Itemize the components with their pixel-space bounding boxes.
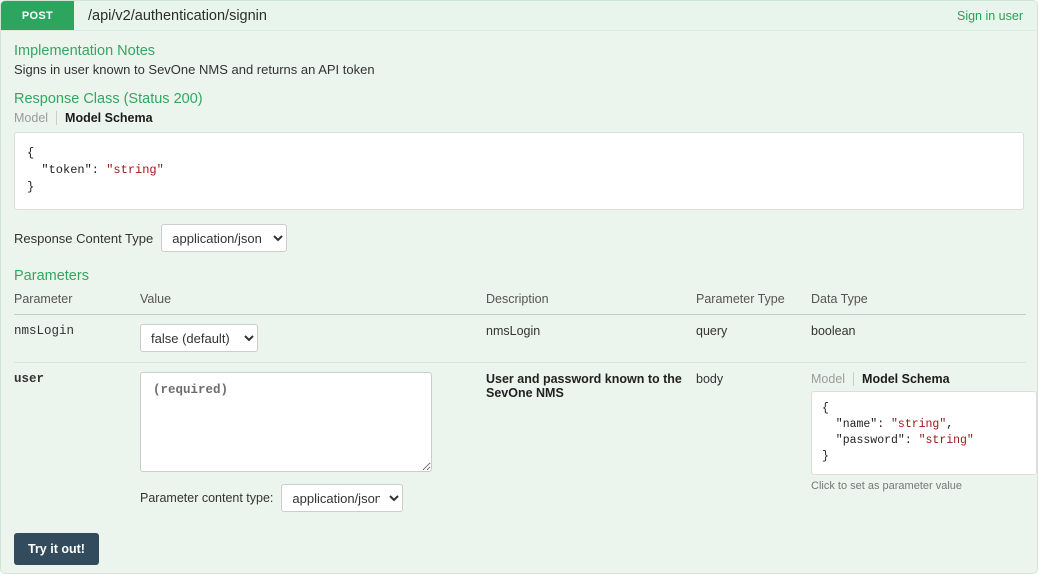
user-model-schema-code[interactable]: { "name": "string", "password": "string"…	[811, 391, 1037, 475]
parameter-value-user: Parameter content type: application/json	[140, 363, 486, 523]
parameters-table: Parameter Value Description Parameter Ty…	[14, 288, 1037, 523]
user-code-line2-key: "name":	[822, 418, 892, 431]
column-header-value: Value	[140, 288, 486, 315]
column-header-parameter-type: Parameter Type	[696, 288, 811, 315]
response-content-type-select[interactable]: application/json	[161, 224, 288, 252]
nmslogin-value-select[interactable]: false (default)	[140, 324, 258, 352]
response-content-type-label: Response Content Type	[14, 230, 154, 246]
parameter-description-nmslogin: nmsLogin	[486, 314, 696, 363]
parameter-type-user: body	[696, 372, 724, 386]
user-schema-tabs[interactable]: Model Model Schema	[811, 372, 1026, 386]
column-header-data-type: Data Type	[811, 288, 1026, 315]
response-schema-tabs[interactable]: Model Model Schema	[14, 111, 1024, 125]
parameter-name-nmslogin: nmsLogin	[14, 314, 140, 363]
response-code-string: "string"	[106, 163, 164, 177]
operation-header[interactable]: POST /api/v2/authentication/signin Sign …	[1, 1, 1037, 31]
column-header-parameter: Parameter	[14, 288, 140, 315]
response-code-part1: { "token":	[27, 146, 100, 177]
implementation-notes-text: Signs in user known to SevOne NMS and re…	[14, 62, 375, 77]
submit-area: Try it out!	[1, 533, 1037, 565]
tab-model-schema[interactable]: Model Schema	[854, 372, 950, 386]
user-code-line3-key: "password":	[822, 434, 919, 447]
parameters-table-header-row: Parameter Value Description Parameter Ty…	[14, 288, 1026, 315]
tab-model[interactable]: Model	[14, 111, 58, 125]
implementation-notes-heading: Implementation Notes	[14, 43, 156, 59]
header-spacer	[267, 1, 957, 30]
parameter-content-type-select[interactable]: application/json	[281, 484, 404, 512]
response-class-heading: Response Class (Status 200)	[14, 91, 203, 107]
user-code-line3-value: "string"	[918, 434, 974, 447]
table-row: nmsLogin false (default) nmsLogin query …	[14, 314, 1026, 363]
operation-summary-link[interactable]: Sign in user	[957, 1, 1037, 30]
response-code-part2: }	[27, 180, 35, 194]
parameter-content-type-label: Parameter content type:	[140, 491, 274, 505]
http-method-badge: POST	[1, 1, 74, 30]
column-header-description: Description	[486, 288, 696, 315]
data-type-user: Model Model Schema { "name": "string", "…	[811, 363, 1037, 523]
parameter-value-nmslogin: false (default)	[140, 314, 486, 363]
tab-model[interactable]: Model	[811, 372, 855, 386]
model-schema-hint: Click to set as parameter value	[811, 480, 963, 492]
api-operation-panel: POST /api/v2/authentication/signin Sign …	[0, 0, 1038, 574]
response-schema-code: { "token": "string" }	[14, 132, 1024, 210]
parameter-description-user: User and password known to the SevOne NM…	[486, 372, 682, 400]
user-code-line2-value: "string"	[891, 418, 947, 431]
try-it-out-button[interactable]: Try it out!	[14, 533, 99, 565]
endpoint-path: /api/v2/authentication/signin	[88, 7, 267, 24]
user-code-line4: }	[822, 450, 829, 463]
operation-content: Implementation Notes Signs in user known…	[1, 31, 1037, 522]
data-type-nmslogin: boolean	[811, 314, 1026, 363]
parameter-type-nmslogin: query	[696, 314, 811, 363]
parameters-heading: Parameters	[14, 268, 89, 284]
tab-model-schema[interactable]: Model Schema	[57, 111, 153, 125]
user-code-line1: {	[822, 402, 829, 415]
user-body-textarea[interactable]	[140, 372, 432, 472]
parameter-content-type-row: Parameter content type: application/json	[140, 484, 486, 512]
user-code-line2-comma: ,	[946, 418, 954, 431]
response-content-type-row: Response Content Type application/json	[14, 224, 1024, 252]
table-row: user Parameter content type: application…	[14, 363, 1037, 523]
parameter-name-user: user	[14, 372, 45, 386]
